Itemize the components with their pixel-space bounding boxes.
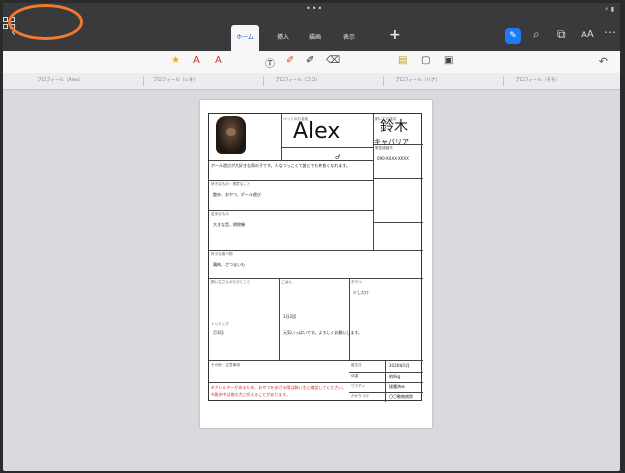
- row-caption: 体重: [351, 374, 359, 378]
- add-tab-button[interactable]: +: [389, 27, 401, 43]
- document-tab[interactable]: プロフィール（レオ）: [153, 77, 198, 83]
- font-color-icon[interactable]: A: [193, 55, 200, 66]
- row-caption: かかりつけ: [351, 394, 370, 398]
- more-icon[interactable]: ⋯: [604, 25, 616, 39]
- dislikes-text: 大きな音、掃除機: [213, 222, 245, 227]
- tab-view[interactable]: 表示: [335, 25, 363, 51]
- owner-surname: 鈴木: [380, 119, 408, 135]
- pet-photo: [216, 116, 246, 154]
- notes-caption: 飼い主さんからひとこと: [211, 280, 251, 284]
- row-value: 接種済み: [389, 384, 405, 389]
- pen-icon[interactable]: ✎: [505, 28, 521, 44]
- multitasking-dots[interactable]: •••: [306, 4, 323, 13]
- remark-caption: その他・注意事項: [211, 363, 240, 367]
- text-size-icon[interactable]: ᴀA: [581, 29, 594, 40]
- document-tab[interactable]: プロフィール（Alex）: [37, 77, 83, 83]
- tab-insert[interactable]: 挿入: [269, 25, 297, 51]
- highlighter-icon[interactable]: ★: [171, 55, 180, 66]
- tab-separator: [383, 76, 384, 86]
- intro-text: ボール遊びが大好きな男の子です。人なつっこくて誰とでも仲良くなれます。: [211, 163, 350, 168]
- document-tab[interactable]: プロフィール（ココ）: [275, 77, 320, 83]
- pen-black-icon[interactable]: ✐: [306, 55, 314, 66]
- m2-value: 少しだけ: [353, 290, 369, 295]
- profile-sheet: ペットのお名前 飼い主の苗字 ♂ ボール遊びが大好きな男の子です。人なつっこくて…: [208, 113, 423, 402]
- row-value: 〇〇動物病院: [389, 394, 413, 399]
- image-icon[interactable]: ▣: [444, 55, 453, 66]
- eraser-icon[interactable]: ⌫: [326, 55, 340, 66]
- document-tab[interactable]: プロフィール（モモ）: [515, 77, 560, 83]
- undo-icon[interactable]: ↶: [599, 55, 608, 68]
- document-tabs-bar: プロフィール（Alex） プロフィール（レオ） プロフィール（ココ） プロフィー…: [3, 73, 620, 90]
- tab-draw[interactable]: 描画: [301, 25, 329, 51]
- pen-red-icon[interactable]: ✐: [286, 55, 294, 66]
- text-box-icon[interactable]: Ⓣ: [265, 55, 275, 70]
- sticky-note-icon[interactable]: ▤: [398, 55, 407, 66]
- row-caption: ワクチン: [351, 384, 366, 388]
- contact-text: 090-XXXX-XXXX: [377, 156, 409, 161]
- dislikes-caption: 苦手なもの: [211, 212, 229, 216]
- document-page[interactable]: ペットのお名前 飼い主の苗字 ♂ ボール遊びが大好きな男の子です。人なつっこくて…: [200, 100, 432, 428]
- m1-value: 1日2回: [283, 314, 297, 319]
- tab-home[interactable]: ホーム: [231, 25, 259, 51]
- ipad-screen: ••• ⚡ ▮ ‹ ホーム 挿入 描画 表示 + ✎ ⌕ ⧉ ᴀA ⋯ ★ A …: [3, 3, 620, 471]
- highlight-color-icon[interactable]: A: [215, 55, 222, 66]
- share-icon[interactable]: ⧉: [557, 27, 566, 42]
- status-bar: ••• ⚡ ▮: [3, 3, 620, 17]
- document-tab[interactable]: プロフィール（ハナ）: [395, 77, 440, 83]
- pet-name: Alex: [293, 119, 341, 144]
- remark-line: ※散歩中は他の犬に吠えることがあります。: [211, 392, 290, 397]
- remark-line: ※アレルギーがあるため、おやつをあげる際は飼い主に確認してください。: [211, 385, 347, 390]
- m2-caption: おやつ: [351, 280, 362, 284]
- favorites-text: 散歩、おやつ、ボール遊び: [213, 192, 261, 197]
- search-icon[interactable]: ⌕: [533, 27, 540, 42]
- m3-value: 月1回: [213, 330, 224, 335]
- food-caption: 好きな食べ物: [211, 252, 233, 256]
- row-value: 2020年5月: [389, 363, 410, 368]
- food-text: 鶏肉、さつまいも: [213, 262, 245, 267]
- m1-caption: ごはん: [281, 280, 292, 284]
- shape-icon[interactable]: ▢: [421, 55, 430, 66]
- battery-indicator: ⚡ ▮: [604, 6, 614, 13]
- tab-separator: [503, 76, 504, 86]
- drawing-toolbar: ★ A A Ⓣ ✐ ✐ ⌫ ▤ ▢ ▣ ↶: [3, 51, 620, 73]
- notes-text: 元気いっぱいです。よろしくお願いします。: [283, 330, 363, 335]
- favorites-caption: 好きなもの・得意なこと: [211, 182, 251, 186]
- row-caption: 誕生日: [351, 363, 362, 367]
- tab-separator: [263, 76, 264, 86]
- m3-caption: トリミング: [211, 322, 229, 326]
- tab-separator: [143, 76, 144, 86]
- sex-symbol: ♂: [335, 154, 341, 161]
- row-value: 約6kg: [389, 374, 401, 379]
- pet-breed: キャバリア: [374, 138, 409, 146]
- app-toolbar: ‹ ホーム 挿入 描画 表示 + ✎ ⌕ ⧉ ᴀA ⋯: [3, 17, 620, 51]
- highlight-circle: [8, 4, 83, 40]
